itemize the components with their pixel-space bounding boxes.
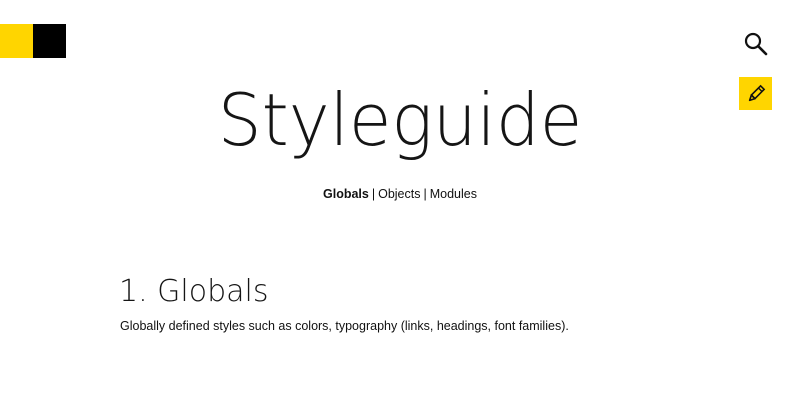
page: Styleguide Globals | Objects | Modules 1. Gl… [0, 0, 800, 400]
section-heading: 1. Globals [119, 274, 269, 309]
nav-link-objects[interactable]: Objects [378, 187, 420, 201]
nav-separator: | [423, 187, 427, 201]
brand-logo[interactable] [0, 24, 66, 58]
logo-black-block [33, 24, 66, 58]
search-icon [744, 32, 768, 56]
page-title: Styleguide [217, 78, 583, 162]
logo-yellow-block [0, 24, 33, 58]
nav-link-modules[interactable]: Modules [430, 187, 477, 201]
search-button[interactable] [740, 28, 772, 60]
nav-link-globals[interactable]: Globals [323, 187, 369, 201]
nav-separator: | [371, 187, 376, 201]
section-nav: Globals | Objects | Modules [0, 186, 800, 202]
section-description: Globally defined styles such as colors, … [120, 319, 569, 333]
